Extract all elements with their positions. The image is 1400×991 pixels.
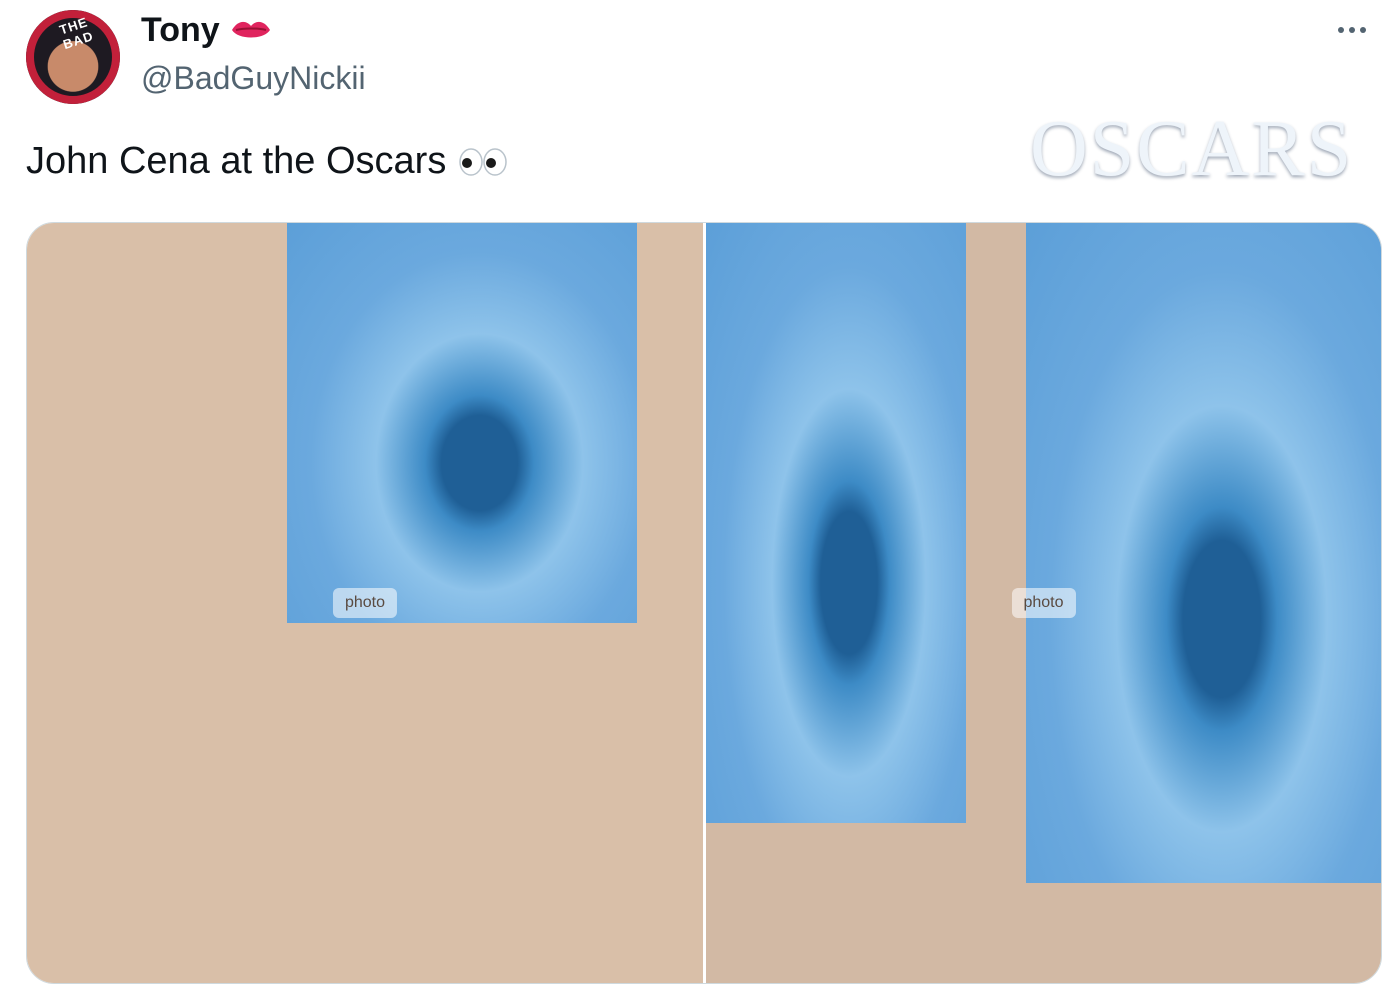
oscars-sign-text: OSCARS	[1030, 105, 1354, 193]
tweet-body: John Cena at the Oscars	[26, 140, 447, 182]
user-block: Tony @BadGuyNickii	[141, 10, 366, 97]
name-row: Tony	[141, 10, 366, 50]
more-dot-icon	[1349, 27, 1355, 33]
stage-backdrop	[706, 223, 966, 823]
photo-placeholder: photo	[1011, 588, 1076, 618]
photo-left[interactable]: photo	[27, 223, 703, 983]
more-dot-icon	[1338, 27, 1344, 33]
media-grid: photo photo	[26, 222, 1382, 984]
user-handle[interactable]: @BadGuyNickii	[141, 60, 366, 97]
stage-backdrop	[1026, 223, 1381, 883]
stage-backdrop	[287, 223, 637, 623]
display-name[interactable]: Tony	[141, 11, 220, 50]
photo-placeholder: photo	[332, 588, 398, 618]
eyes-icon	[459, 147, 508, 176]
more-dot-icon	[1360, 27, 1366, 33]
photo-right[interactable]: photo	[706, 223, 1381, 983]
tweet: THE BAD Tony @BadGuyNickii John Cena at …	[0, 0, 1400, 991]
kiss-mark-icon	[231, 21, 270, 38]
avatar[interactable]: THE BAD	[26, 10, 120, 104]
more-options-button[interactable]	[1330, 18, 1374, 42]
tweet-text: John Cena at the Oscars	[26, 140, 508, 183]
